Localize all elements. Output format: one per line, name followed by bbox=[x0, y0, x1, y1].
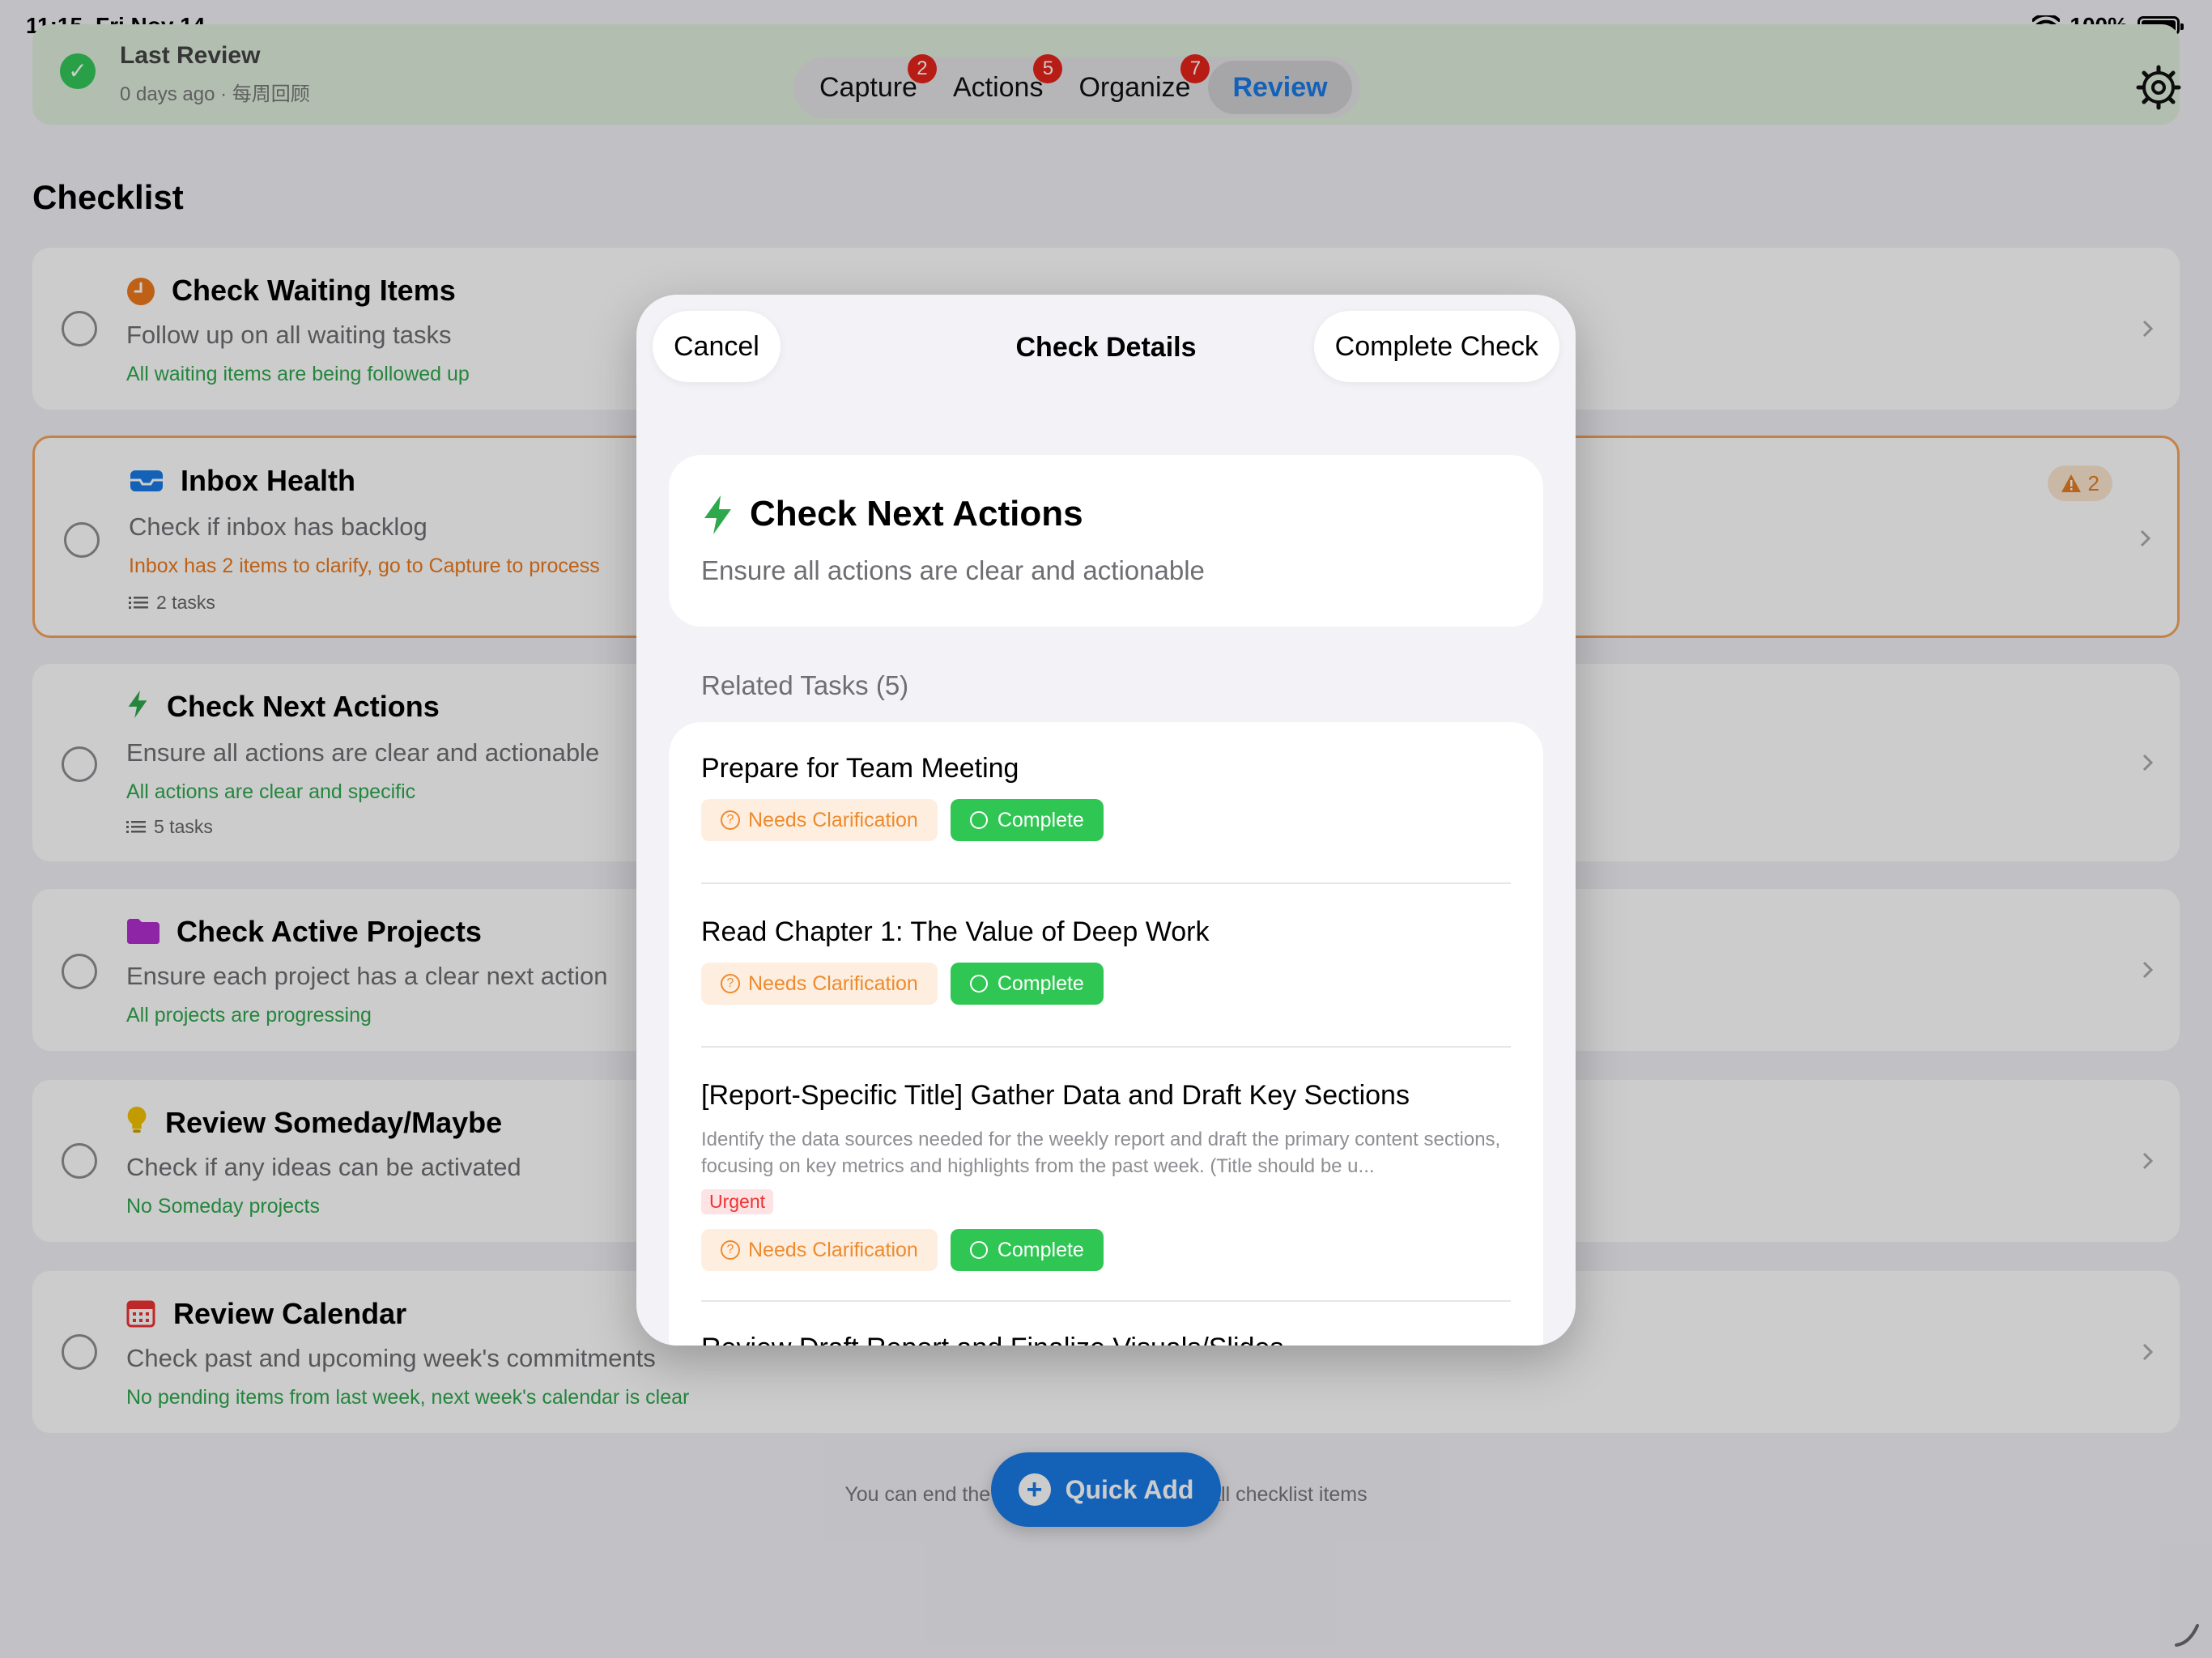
task-description: Identify the data sources needed for the… bbox=[701, 1129, 1501, 1177]
needs-clarification-button[interactable]: ? Needs Clarification bbox=[701, 1229, 938, 1271]
task-title: Prepare for Team Meeting bbox=[701, 753, 1019, 784]
circle-icon bbox=[969, 1241, 988, 1259]
check-summary-card: Check Next Actions Ensure all actions ar… bbox=[669, 455, 1543, 627]
question-icon: ? bbox=[721, 810, 740, 830]
circle-icon bbox=[969, 975, 988, 993]
complete-task-button[interactable]: Complete bbox=[950, 963, 1104, 1005]
resize-grabber-icon bbox=[2175, 1624, 2199, 1647]
divider bbox=[701, 882, 1511, 884]
question-icon: ? bbox=[721, 1240, 740, 1260]
complete-label: Complete bbox=[997, 1238, 1084, 1261]
task-title: [Report-Specific Title] Gather Data and … bbox=[701, 1080, 1410, 1111]
task-row[interactable]: Review Draft Report and Finalize Visuals… bbox=[701, 1333, 1511, 1346]
check-title: Check Next Actions bbox=[750, 494, 1083, 534]
needs-clarification-button[interactable]: ? Needs Clarification bbox=[701, 799, 938, 841]
related-tasks-list: Prepare for Team Meeting ? Needs Clarifi… bbox=[669, 722, 1543, 1346]
urgent-tag: Urgent bbox=[701, 1189, 774, 1214]
divider bbox=[701, 1046, 1511, 1048]
lightning-icon bbox=[704, 495, 731, 534]
question-icon: ? bbox=[721, 974, 740, 993]
complete-label: Complete bbox=[997, 971, 1084, 995]
needs-clarification-button[interactable]: ? Needs Clarification bbox=[701, 963, 938, 1005]
related-tasks-header: Related Tasks (5) bbox=[701, 670, 909, 700]
complete-task-button[interactable]: Complete bbox=[950, 799, 1104, 841]
clarify-label: Needs Clarification bbox=[748, 808, 918, 831]
complete-task-button[interactable]: Complete bbox=[950, 1229, 1104, 1271]
clarify-label: Needs Clarification bbox=[748, 971, 918, 995]
task-row[interactable]: Read Chapter 1: The Value of Deep Work ?… bbox=[701, 916, 1511, 1005]
check-details-modal: Cancel Check Details Complete Check Chec… bbox=[636, 295, 1576, 1346]
task-title: Read Chapter 1: The Value of Deep Work bbox=[701, 916, 1210, 947]
task-title: Review Draft Report and Finalize Visuals… bbox=[701, 1333, 1511, 1346]
check-description: Ensure all actions are clear and actiona… bbox=[701, 555, 1205, 585]
divider bbox=[701, 1300, 1511, 1302]
task-row[interactable]: Prepare for Team Meeting ? Needs Clarifi… bbox=[701, 753, 1511, 841]
complete-label: Complete bbox=[997, 808, 1084, 831]
task-row[interactable]: [Report-Specific Title] Gather Data and … bbox=[701, 1080, 1511, 1271]
complete-check-button[interactable]: Complete Check bbox=[1313, 311, 1559, 382]
circle-icon bbox=[969, 811, 988, 829]
clarify-label: Needs Clarification bbox=[748, 1238, 918, 1261]
